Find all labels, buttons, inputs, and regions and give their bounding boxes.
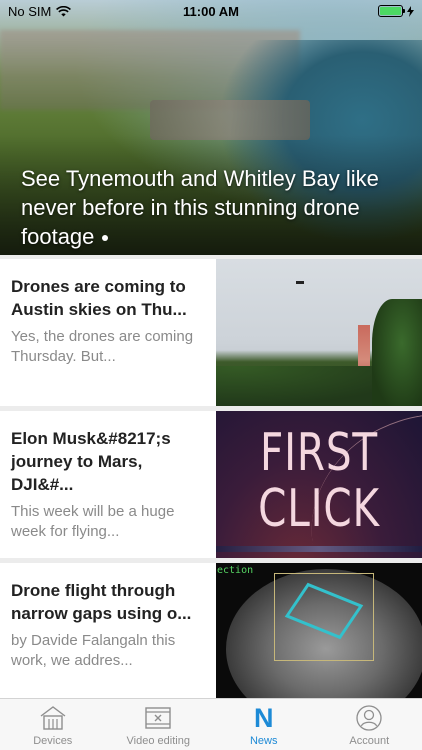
news-n-icon: N <box>254 703 274 733</box>
news-item-title: Drones are coming to Austin skies on Thu… <box>11 277 187 319</box>
news-item-summary: Yes, the drones are coming Thursday. But… <box>11 328 194 365</box>
battery-icon <box>378 5 405 17</box>
drone-shape <box>296 281 304 284</box>
news-item-title: Elon Musk&#8217;s journey to Mars, DJI&#… <box>11 429 171 494</box>
news-item-summary: This week will be a huge week for flying… <box>11 503 175 540</box>
thumbnail-caption: FIRST CLICK <box>258 423 380 539</box>
news-item-thumbnail: ection <box>216 563 422 710</box>
news-item-title: Drone flight through narrow gaps using o… <box>11 581 192 623</box>
film-icon <box>144 704 172 732</box>
hero-image-ruins <box>150 100 310 140</box>
tab-news[interactable]: N News <box>211 699 317 750</box>
thumbnail-label: ection <box>217 565 254 576</box>
trees-right-shape <box>372 299 422 406</box>
tab-label: Account <box>349 735 390 747</box>
featured-article-title: See Tynemouth and Whitley Bay like never… <box>21 166 379 249</box>
carrier-label: No SIM <box>8 3 52 19</box>
person-icon <box>355 704 383 732</box>
wifi-icon <box>56 5 72 16</box>
news-item-text: Drone flight through narrow gaps using o… <box>0 563 216 710</box>
news-item-thumbnail <box>216 259 422 406</box>
tab-video-editing[interactable]: Video editing <box>106 699 212 750</box>
house-icon <box>39 704 67 732</box>
tab-label: Video editing <box>126 735 190 747</box>
news-list-item[interactable]: Elon Musk&#8217;s journey to Mars, DJI&#… <box>0 411 422 558</box>
news-item-thumbnail: FIRST CLICK <box>216 411 422 558</box>
status-right <box>378 5 414 17</box>
news-list-item[interactable]: Drones are coming to Austin skies on Thu… <box>0 259 422 406</box>
news-list-item[interactable]: Drone flight through narrow gaps using o… <box>0 563 422 710</box>
page-indicator-dot <box>102 235 109 242</box>
news-item-text: Elon Musk&#8217;s journey to Mars, DJI&#… <box>0 411 216 558</box>
tab-label: News <box>249 735 278 747</box>
status-left: No SIM <box>8 3 72 19</box>
charging-icon <box>407 5 414 17</box>
tab-label: Devices <box>33 735 73 747</box>
tab-account[interactable]: Account <box>317 699 422 750</box>
news-list: Drones are coming to Austin skies on Thu… <box>0 259 422 715</box>
tab-bar: Devices Video editing N News Account <box>0 698 422 750</box>
news-item-summary: by Davide Falangaln this work, we addres… <box>11 632 176 669</box>
status-bar: No SIM 11:00 AM <box>0 0 422 22</box>
horizon-shape <box>216 546 422 552</box>
featured-article[interactable]: See Tynemouth and Whitley Bay like never… <box>0 0 422 255</box>
news-item-text: Drones are coming to Austin skies on Thu… <box>0 259 216 406</box>
tab-devices[interactable]: Devices <box>0 699 106 750</box>
